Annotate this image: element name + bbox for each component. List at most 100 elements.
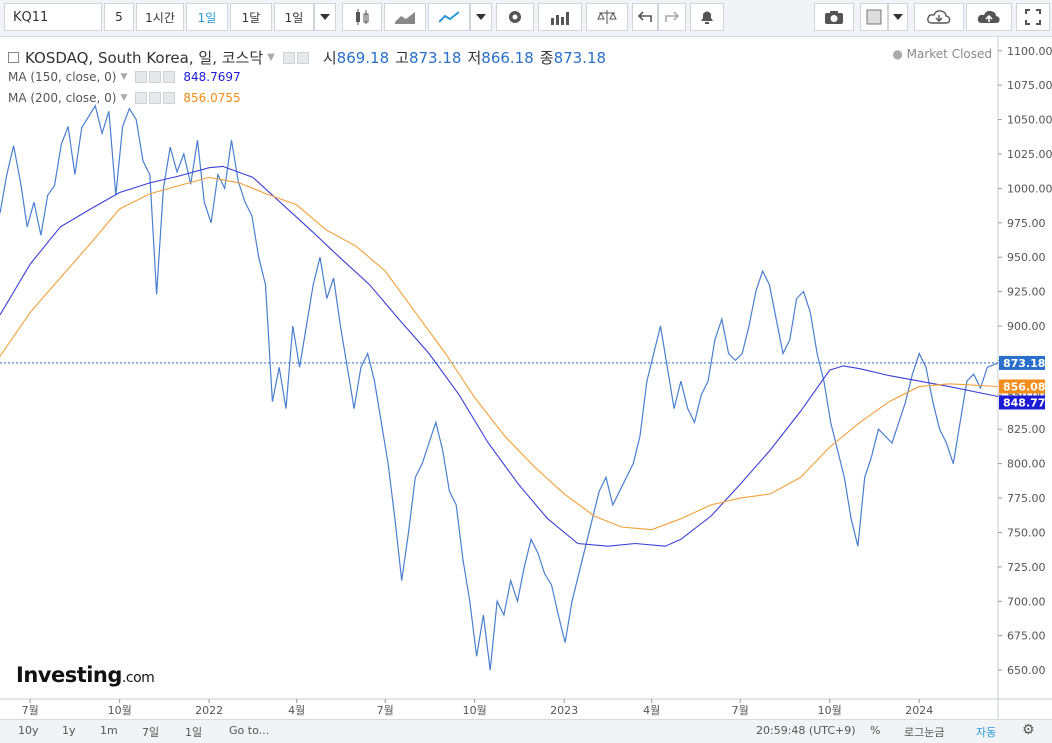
camera-icon[interactable] [814, 3, 854, 31]
x-tick-label: 7월 [377, 704, 394, 717]
range-1m-button[interactable]: 1m [100, 724, 118, 737]
collapse-icon[interactable] [8, 52, 19, 63]
area-chart-icon[interactable] [384, 3, 426, 31]
box-icon[interactable] [860, 3, 888, 31]
price-label-last: 873.18 [1003, 357, 1045, 370]
visibility-icon[interactable] [282, 51, 295, 64]
series-line-price [0, 104, 999, 671]
ma200-value: 856.0755 [183, 91, 241, 105]
clock: 20:59:48 (UTC+9) [756, 724, 856, 737]
settings-icon[interactable] [149, 92, 162, 104]
percent-toggle[interactable]: % [870, 724, 880, 737]
price-label-ma200: 856.08 [1003, 380, 1045, 393]
fullscreen-icon[interactable] [1016, 3, 1050, 31]
symbol-input[interactable]: KQ11 [4, 3, 102, 31]
ma200-controls[interactable] [135, 92, 176, 104]
chart-type-dropdown-icon[interactable] [470, 3, 492, 31]
y-tick-label: 650.00 [1007, 664, 1046, 677]
close-label: 종 [539, 49, 554, 67]
ma150-controls[interactable] [135, 71, 176, 83]
range-dropdown-icon[interactable] [314, 3, 336, 31]
x-tick-label: 10월 [818, 704, 842, 717]
range-7d-button[interactable]: 7일 [142, 724, 159, 740]
series-line-ma200 [0, 176, 999, 531]
y-tick-label: 1025.00 [1007, 148, 1052, 161]
interval-1mo-button[interactable]: 1달 [230, 3, 272, 31]
y-tick-label: 700.00 [1007, 595, 1046, 608]
high-label: 고 [395, 49, 409, 67]
goto-button[interactable]: Go to... [229, 724, 269, 737]
ma150-label: MA (150, close, 0) [8, 70, 117, 84]
y-tick-label: 800.00 [1007, 458, 1046, 471]
range-1y-button[interactable]: 1y [62, 724, 76, 737]
candles-icon[interactable] [342, 3, 382, 31]
x-tick-label: 10월 [108, 704, 132, 717]
compare-icon[interactable] [586, 3, 628, 31]
y-tick-label: 825.00 [1007, 423, 1046, 436]
bottom-bar: 10y 1y 1m 7일 1일 Go to... 20:59:48 (UTC+9… [0, 719, 1052, 743]
ma150-dropdown-icon[interactable]: ▼ [120, 72, 127, 82]
toolbar: KQ11 5 1시간 1일 1달 1일 [0, 0, 1052, 37]
cloud-upload-icon[interactable] [966, 3, 1012, 31]
y-tick-label: 1100.00 [1007, 45, 1052, 58]
x-tick-label: 2022 [195, 704, 223, 717]
indicators-icon[interactable] [538, 3, 582, 31]
interval-value[interactable]: 5 [104, 3, 134, 31]
redo-icon[interactable] [658, 3, 686, 31]
interval-1h-button[interactable]: 1시간 [136, 3, 184, 31]
settings-icon[interactable] [149, 71, 162, 83]
y-tick-label: 975.00 [1007, 217, 1046, 230]
legend-main: KOSDAQ, South Korea, 일, 코스닥 ▼ 시 869.18 고8… [8, 47, 606, 68]
x-tick-label: 4월 [288, 704, 305, 717]
x-tick-label: 7월 [22, 704, 39, 717]
y-tick-label: 925.00 [1007, 286, 1046, 299]
symbol-title: KOSDAQ, South Korea, 일, 코스닥 [25, 49, 264, 67]
investing-logo: Investing.com [16, 663, 155, 687]
y-tick-label: 1075.00 [1007, 79, 1052, 92]
close-icon[interactable] [163, 71, 176, 83]
y-tick-label: 1000.00 [1007, 182, 1052, 195]
x-tick-label: 10월 [463, 704, 487, 717]
title-dropdown-icon[interactable]: ▼ [267, 52, 275, 63]
x-tick-label: 7월 [732, 704, 749, 717]
y-tick-label: 675.00 [1007, 630, 1046, 643]
line-chart-icon[interactable] [428, 3, 470, 31]
log-scale-toggle[interactable]: 로그눈금 [904, 724, 944, 740]
y-tick-label: 1050.00 [1007, 114, 1052, 127]
y-tick-label: 900.00 [1007, 320, 1046, 333]
range-10y-button[interactable]: 10y [18, 724, 39, 737]
undo-icon[interactable] [632, 3, 658, 31]
box-dropdown-icon[interactable] [888, 3, 908, 31]
settings-icon[interactable] [496, 3, 534, 31]
y-tick-label: 775.00 [1007, 492, 1046, 505]
market-status: ● Market Closed [892, 47, 992, 61]
low-label: 저 [467, 49, 482, 67]
x-tick-label: 2024 [905, 704, 933, 717]
visibility-icon[interactable] [135, 71, 148, 83]
settings-icon[interactable] [296, 51, 309, 64]
cloud-download-icon[interactable] [914, 3, 964, 31]
series-line-ma150 [0, 165, 999, 547]
close-icon[interactable] [163, 92, 176, 104]
interval-1d-button[interactable]: 1일 [186, 3, 228, 31]
auto-scale-toggle[interactable]: 자동 [976, 724, 996, 740]
legend-ma150: MA (150, close, 0) ▼ 848.7697 [8, 70, 241, 84]
ma200-dropdown-icon[interactable]: ▼ [120, 93, 127, 103]
close-value: 873.18 [553, 48, 607, 67]
legend-main-controls[interactable] [282, 51, 309, 64]
y-tick-label: 725.00 [1007, 561, 1046, 574]
y-tick-label: 950.00 [1007, 251, 1046, 264]
range-button[interactable]: 1일 [274, 3, 314, 31]
price-label-ma150: 848.77 [1003, 396, 1045, 409]
x-tick-label: 4월 [643, 704, 660, 717]
chart-area[interactable]: 650.00 675.00 700.00 725.00 750.00 775.00 800.… [0, 37, 1052, 719]
ma150-value: 848.7697 [183, 70, 241, 84]
settings-icon[interactable]: ⚙ [1022, 722, 1035, 738]
visibility-icon[interactable] [135, 92, 148, 104]
range-1d-button[interactable]: 1일 [185, 724, 202, 740]
x-tick-label: 2023 [550, 704, 578, 717]
high-value: 873.18 [408, 48, 462, 67]
low-value: 866.18 [481, 48, 534, 67]
price-chart[interactable]: 650.00 675.00 700.00 725.00 750.00 775.00 800.… [0, 37, 1052, 719]
alert-icon[interactable] [690, 3, 724, 31]
